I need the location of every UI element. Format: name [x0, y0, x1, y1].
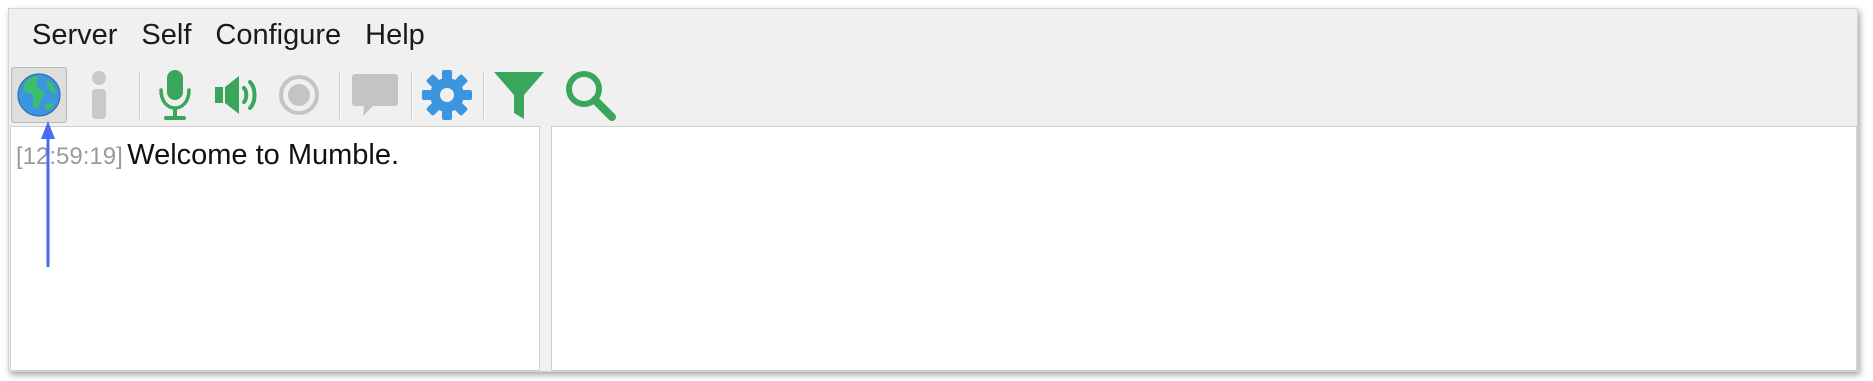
toolbar-separator	[483, 71, 485, 119]
globe-icon	[17, 73, 61, 117]
magnifier-icon	[566, 71, 616, 121]
log-timestamp: [12:59:19]	[16, 143, 123, 170]
chat-log-panel[interactable]: [12:59:19] Welcome to Mumble.	[10, 126, 540, 371]
annotation-arrow	[41, 121, 55, 267]
deafen-self-button[interactable]	[209, 67, 265, 123]
search-button[interactable]	[562, 67, 618, 123]
chat-bubble-icon	[352, 74, 398, 116]
record-button[interactable]	[271, 67, 327, 123]
info-icon	[92, 71, 106, 119]
log-entry: [12:59:19] Welcome to Mumble.	[16, 139, 399, 172]
toolbar	[9, 61, 1857, 125]
gear-icon	[422, 70, 472, 120]
microphone-icon	[159, 70, 191, 120]
menu-server[interactable]: Server	[20, 9, 129, 61]
settings-button[interactable]	[419, 67, 475, 123]
connect-button[interactable]	[11, 67, 67, 123]
channel-tree-panel[interactable]	[551, 126, 1857, 371]
funnel-icon	[494, 72, 544, 119]
menu-configure[interactable]: Configure	[203, 9, 353, 61]
mumble-window: Server Self Configure Help [12:59:19] We…	[8, 8, 1858, 372]
mute-self-button[interactable]	[147, 67, 203, 123]
menu-help[interactable]: Help	[353, 9, 437, 61]
log-message: Welcome to Mumble.	[127, 139, 400, 171]
menu-bar: Server Self Configure Help	[9, 9, 1857, 61]
toolbar-separator	[139, 71, 141, 119]
toolbar-separator	[339, 71, 341, 119]
speaker-icon	[215, 76, 257, 114]
info-button[interactable]	[71, 67, 127, 123]
toolbar-separator	[411, 71, 413, 119]
menu-self[interactable]: Self	[129, 9, 203, 61]
text-message-button[interactable]	[347, 67, 403, 123]
record-icon	[279, 75, 319, 115]
filter-button[interactable]	[491, 67, 547, 123]
